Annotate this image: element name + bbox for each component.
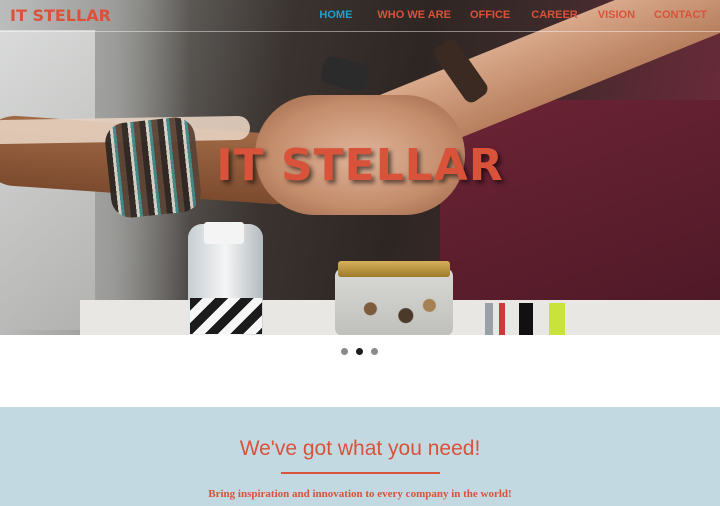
nav-item-vision[interactable]: VISION [585,9,642,21]
carousel-dot-3[interactable] [371,348,378,355]
nav-item-home[interactable]: HOME [312,9,359,21]
carousel-dot-1[interactable] [341,348,348,355]
nav-item-who-we-are[interactable]: WHO WE ARE [359,9,458,21]
nav-menu: HOME WHO WE ARE OFFICE CAREER VISION CON… [312,9,714,21]
carousel-dot-2[interactable] [356,348,363,355]
hero-carousel: IT STELLAR [0,0,720,335]
nav-item-office[interactable]: OFFICE [458,9,517,21]
nav-item-career[interactable]: CAREER [517,9,584,21]
section-tagline: Bring inspiration and innovation to ever… [208,488,512,500]
nav-item-contact[interactable]: CONTACT [642,9,714,21]
section-title: We've got what you need! [239,437,481,460]
carousel-indicators [341,348,378,355]
hero-title: IT STELLAR [216,140,504,191]
section-divider [281,472,440,474]
brand-logo[interactable]: IT STELLAR [10,6,111,25]
top-navbar: IT STELLAR HOME WHO WE ARE OFFICE CAREER… [0,0,720,32]
intro-section: We've got what you need! Bring inspirati… [0,407,720,506]
